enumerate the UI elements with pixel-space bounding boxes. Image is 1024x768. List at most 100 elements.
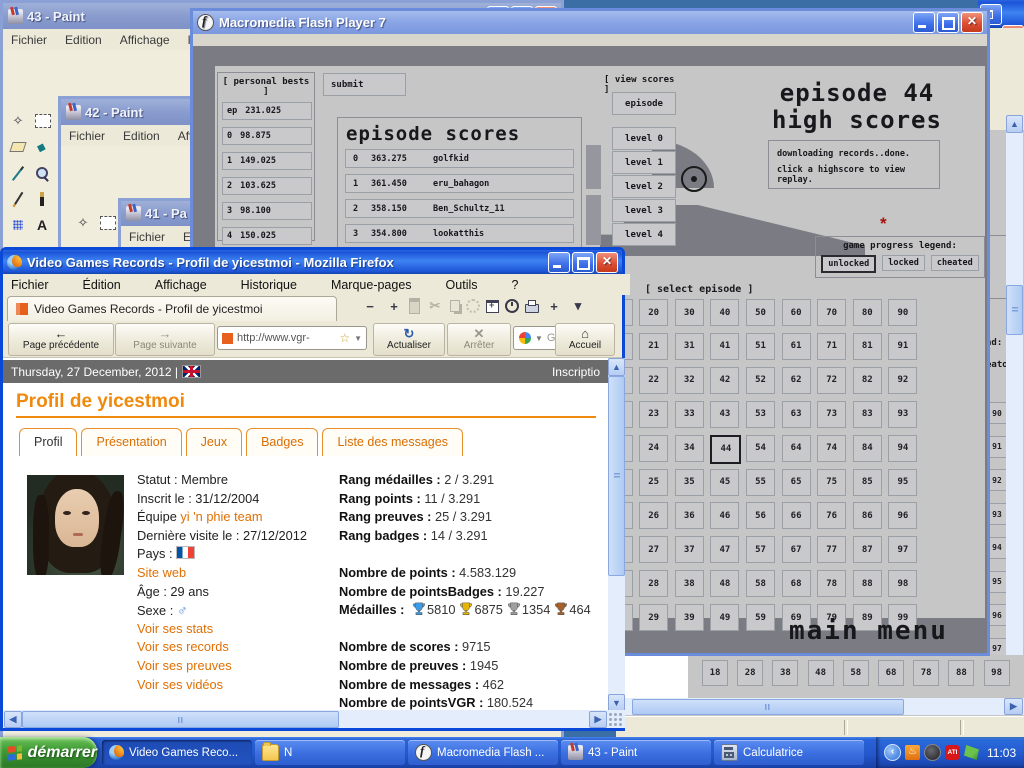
episode-38-button[interactable]: 38 (772, 660, 798, 686)
close-button[interactable] (961, 12, 983, 33)
page-horizontal-scrollbar[interactable]: ◀ ▶ (3, 710, 625, 728)
episode-49-button[interactable]: 49 (710, 604, 739, 631)
episode-39-button[interactable]: 39 (675, 604, 704, 631)
episode-65-button[interactable]: 65 (782, 469, 811, 496)
home-button[interactable]: ⌂ Accueil (555, 323, 615, 356)
episode-87-button[interactable]: 87 (853, 536, 882, 563)
taskbar-task-calculator[interactable]: Calculatrice (714, 740, 864, 765)
personal-best-row[interactable]: 4150.025 (222, 227, 312, 245)
personal-best-row[interactable]: ep231.025 (222, 102, 312, 120)
main-menu-button[interactable]: main menu (789, 616, 948, 646)
view-scores-level-0-button[interactable]: level 0 (612, 127, 676, 150)
tab-liste-des-messages[interactable]: Liste des messages (322, 428, 462, 456)
episode-33-button[interactable]: 33 (675, 401, 704, 428)
scrollbar-thumb[interactable] (608, 376, 625, 576)
print-icon[interactable] (525, 304, 539, 313)
episode-70-button[interactable]: 70 (817, 299, 846, 326)
taskbar-task-folder[interactable]: N (255, 740, 405, 765)
episode-56-button[interactable]: 56 (746, 502, 775, 529)
copy-icon[interactable] (450, 300, 460, 312)
info-link[interactable]: Voir ses preuves (137, 658, 232, 673)
episode-63-button[interactable]: 63 (782, 401, 811, 428)
menu-item-affichage[interactable]: Affichage (155, 278, 207, 292)
view-scores-episode-button[interactable]: episode (612, 92, 676, 115)
episode-88-button[interactable]: 88 (948, 660, 974, 686)
maximize-button[interactable] (937, 12, 959, 33)
episode-94-button[interactable]: 94 (888, 435, 917, 462)
bookmark-star-icon[interactable]: ☆ (339, 331, 350, 345)
quicktime-tray-icon[interactable] (924, 744, 941, 761)
close-button[interactable] (596, 252, 618, 273)
info-link[interactable]: Site web (137, 565, 186, 580)
episode-68-button[interactable]: 68 (782, 570, 811, 597)
browser-tab[interactable]: Video Games Records - Profil de yicestmo… (7, 296, 337, 321)
url-dropdown-icon[interactable]: ▼ (354, 334, 362, 343)
episode-18-button[interactable]: 18 (702, 660, 728, 686)
info-link[interactable]: Voir ses stats (137, 621, 213, 636)
personal-best-row[interactable]: 398.100 (222, 202, 312, 220)
background-vertical-scrollbar[interactable]: ▲ ▼ (1006, 115, 1023, 698)
episode-50-button[interactable]: 50 (746, 299, 775, 326)
episode-36-button[interactable]: 36 (675, 502, 704, 529)
tab-jeux[interactable]: Jeux (186, 428, 242, 456)
minimize-button[interactable] (548, 252, 570, 273)
episode-48-button[interactable]: 48 (710, 570, 739, 597)
menu-item-edition[interactable]: Edition (65, 33, 102, 47)
minimize-button[interactable] (913, 12, 935, 33)
episode-60-button[interactable]: 60 (782, 299, 811, 326)
menu-item-marquepages[interactable]: Marque-pages (331, 278, 412, 292)
taskbar-task-paint[interactable]: 43 - Paint (561, 740, 711, 765)
episode-72-button[interactable]: 72 (817, 367, 846, 394)
page-vertical-scrollbar[interactable]: ▲ ▼ (608, 358, 625, 710)
episode-86-button[interactable]: 86 (853, 502, 882, 529)
legend-unlocked-button[interactable]: unlocked (821, 255, 876, 273)
color-picker-tool-icon[interactable] (8, 163, 28, 183)
submit-button[interactable]: submit (323, 73, 406, 96)
magnifier-tool-icon[interactable] (32, 163, 52, 183)
episode-68-button[interactable]: 68 (878, 660, 904, 686)
episode-20-button[interactable]: 20 (639, 299, 668, 326)
scrollbar-thumb[interactable] (22, 711, 339, 728)
uk-flag-icon[interactable] (182, 365, 201, 378)
spinner-icon[interactable] (466, 299, 480, 313)
episode-59-button[interactable]: 59 (746, 604, 775, 631)
refresh-button[interactable]: ↻ Actualiser (373, 323, 445, 356)
episode-34-button[interactable]: 34 (675, 435, 704, 462)
menu-item-dition[interactable]: Édition (83, 278, 121, 292)
episode-64-button[interactable]: 64 (782, 435, 811, 462)
site-header-right[interactable]: Inscriptio (552, 365, 600, 379)
episode-78-button[interactable]: 78 (817, 570, 846, 597)
episode-41-button[interactable]: 41 (710, 333, 739, 360)
pencil-tool-icon[interactable] (8, 189, 28, 209)
episode-27-button[interactable]: 27 (639, 536, 668, 563)
view-scores-level-3-button[interactable]: level 3 (612, 199, 676, 222)
add-icon[interactable]: + (545, 298, 563, 314)
episode-40-button[interactable]: 40 (710, 299, 739, 326)
episode-90-button[interactable]: 90 (888, 299, 917, 326)
episode-score-row[interactable]: 3354.800lookatthis (345, 224, 574, 243)
episode-88-button[interactable]: 88 (853, 570, 882, 597)
overflow-caret-icon[interactable]: ▾ (569, 298, 587, 314)
episode-80-button[interactable]: 80 (853, 299, 882, 326)
episode-22-button[interactable]: 22 (639, 367, 668, 394)
episode-96-button[interactable]: 96 (888, 502, 917, 529)
episode-71-button[interactable]: 71 (817, 333, 846, 360)
back-button[interactable]: ← Page précédente (8, 323, 114, 356)
rect-select-tool-icon[interactable] (35, 114, 51, 128)
resize-grip[interactable] (608, 712, 623, 726)
menu-item-fichier[interactable]: Fichier (11, 33, 47, 47)
episode-21-button[interactable]: 21 (639, 333, 668, 360)
episode-62-button[interactable]: 62 (782, 367, 811, 394)
episode-61-button[interactable]: 61 (782, 333, 811, 360)
episode-score-row[interactable]: 1361.450eru_bahagon (345, 174, 574, 193)
episode-92-button[interactable]: 92 (888, 367, 917, 394)
menu-item-?[interactable]: ? (512, 278, 519, 292)
episode-85-button[interactable]: 85 (853, 469, 882, 496)
scroll-right-icon[interactable]: ▶ (589, 711, 607, 728)
episode-74-button[interactable]: 74 (817, 435, 846, 462)
brush-tool-icon[interactable] (32, 189, 52, 209)
episode-95-button[interactable]: 95 (888, 469, 917, 496)
history-clock-icon[interactable] (505, 299, 519, 313)
episode-55-button[interactable]: 55 (746, 469, 775, 496)
episode-76-button[interactable]: 76 (817, 502, 846, 529)
